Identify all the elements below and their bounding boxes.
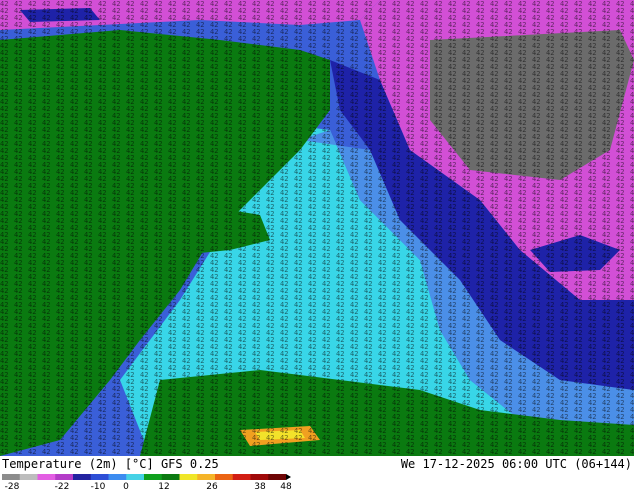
scale-swatch [179,474,198,480]
scale-swatch [232,474,251,480]
scale-swatch [2,474,21,480]
scale-swatch [37,474,56,480]
scale-swatch [108,474,127,480]
scale-tick-label: 26 [206,482,218,490]
map-footer: Temperature (2m) [°C] GFS 0.25 We 17-12-… [0,456,634,490]
scale-tick-label: 48 [280,482,292,490]
weather-map-view: 42 Temperature (2m) [°C] GFS 0.25 [0,0,634,490]
scale-tick-label: -10 [91,482,106,490]
scale-swatch [268,474,287,480]
value-grid-overlay [0,0,634,456]
scale-swatch [215,474,234,480]
scale-tick-label: 12 [158,482,169,490]
scale-swatch [73,474,92,480]
forecast-datetime: We 17-12-2025 06:00 UTC (06+144) [400,457,632,471]
scale-swatch [90,474,109,480]
scale-swatch [126,474,145,480]
map-title: Temperature (2m) [°C] GFS 0.25 [2,457,219,471]
scale-swatch [197,474,216,480]
scale-tick-label: 0 [123,482,129,490]
scale-swatch [144,474,163,480]
scale-tick-label: 38 [254,482,266,490]
scale-swatch [55,474,74,480]
scale-swatch [161,474,180,480]
temperature-map: 42 [0,0,634,456]
scale-swatch [19,474,38,480]
temperature-color-scale: -28 -22 -10 0 12 26 38 48 [2,474,292,490]
scale-arrow-icon [286,474,291,480]
scale-tick-label: -28 [5,482,20,490]
scale-swatch [250,474,269,480]
scale-tick-label: -22 [55,482,70,490]
